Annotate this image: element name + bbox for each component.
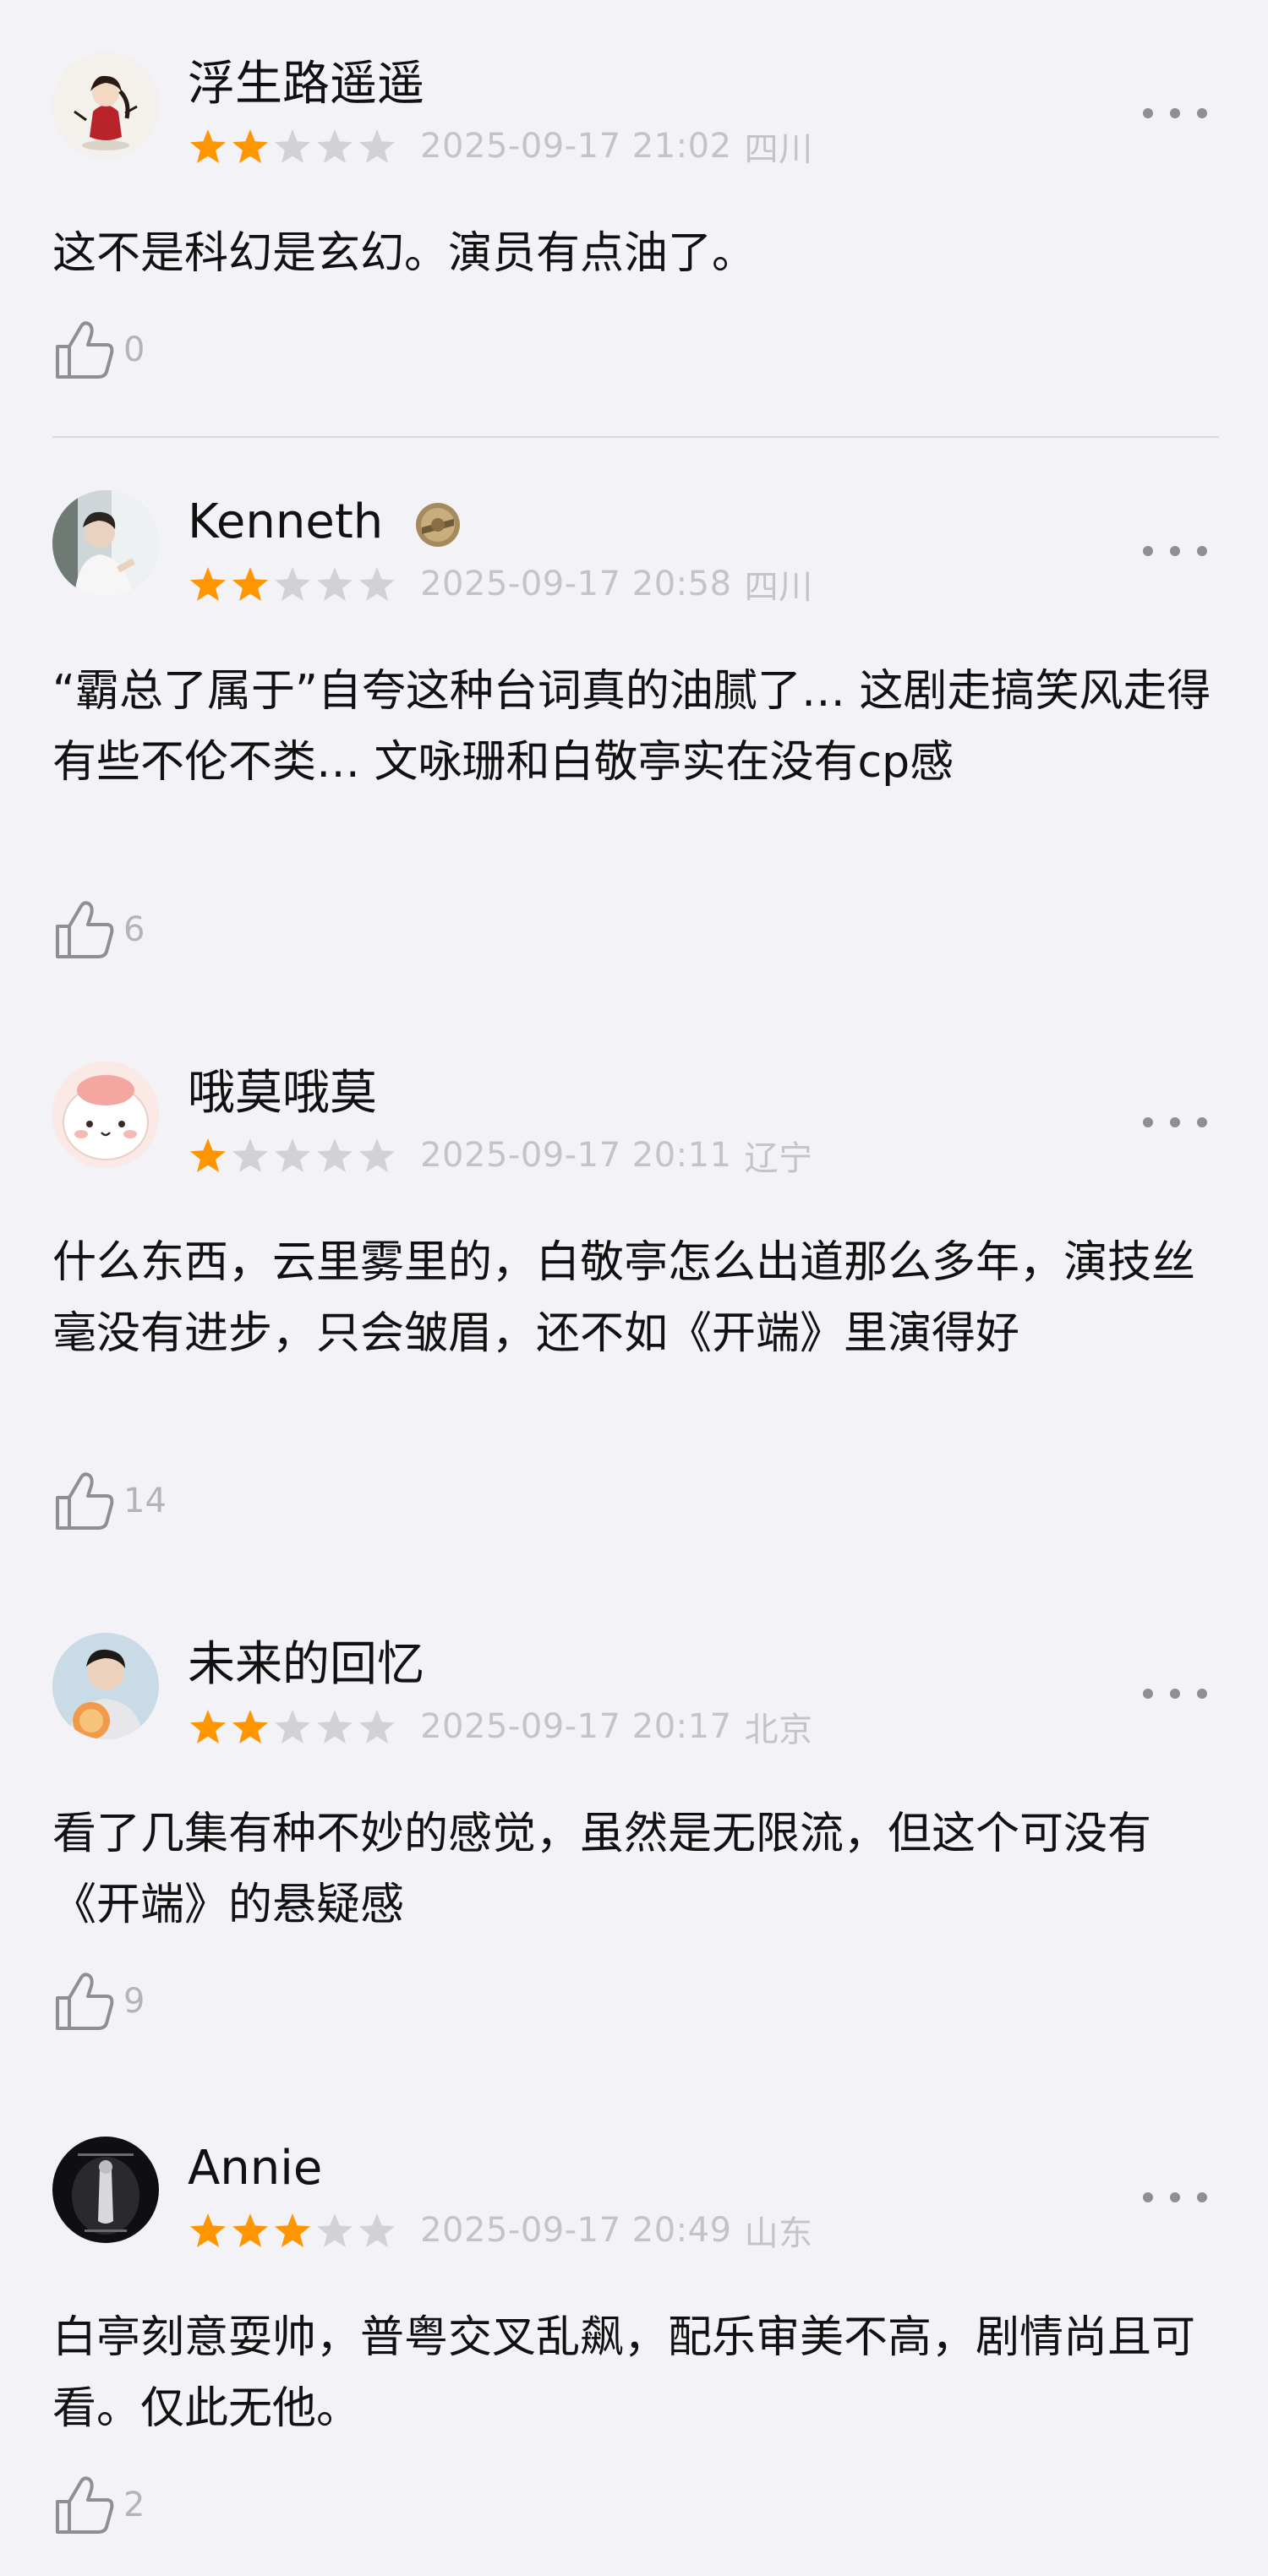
star-empty-icon	[275, 129, 310, 163]
star-filled-icon	[190, 1138, 226, 1172]
star-rating	[188, 1707, 397, 1746]
username[interactable]: Annie	[188, 2142, 322, 2196]
avatar[interactable]	[52, 1062, 159, 1168]
meta-row: 2025-09-17 20:17 北京	[188, 1702, 813, 1749]
avatar-person-window-icon	[52, 490, 159, 597]
star-rating	[188, 2211, 397, 2250]
star-filled-icon	[232, 2213, 268, 2247]
star-empty-icon	[275, 567, 310, 601]
meta-row: 2025-09-17 21:02 四川	[188, 122, 813, 169]
star-filled-icon	[190, 2213, 226, 2247]
star-empty-icon	[317, 1138, 353, 1172]
review-content: 看了几集有种不妙的感觉，虽然是无限流，但这个可没有《开端》的悬疑感	[52, 1809, 1152, 1930]
like-count: 14	[123, 1482, 167, 1520]
thumbs-up-icon	[56, 1472, 114, 1530]
avatar[interactable]	[52, 1633, 159, 1739]
star-empty-icon	[317, 567, 353, 601]
review-location: 山东	[744, 2214, 813, 2253]
like-button[interactable]: 6	[52, 896, 145, 963]
star-empty-icon	[359, 1710, 395, 1744]
review-content: “霸总了属于”自夸这种台词真的油腻了… 这剧走搞笑风走得有些不伦不类… 文咏珊和…	[52, 666, 1211, 788]
meta-row: 2025-09-17 20:49 山东	[188, 2206, 813, 2253]
avatar[interactable]	[52, 52, 159, 159]
thumbs-up-icon	[56, 321, 114, 379]
avatar-anime-girl-icon	[52, 52, 159, 159]
review-content: 什么东西，云里雾里的，白敬亭怎么出道那么多年，演技丝毫没有进步，只会皱眉，还不如…	[52, 1237, 1196, 1359]
star-empty-icon	[275, 1710, 310, 1744]
star-empty-icon	[317, 129, 353, 163]
star-empty-icon	[359, 567, 395, 601]
like-count: 6	[123, 910, 145, 949]
more-dots-icon[interactable]	[1143, 539, 1207, 563]
like-count: 2	[123, 2486, 145, 2524]
star-empty-icon	[359, 1138, 395, 1172]
star-empty-icon	[359, 129, 395, 163]
username[interactable]: 哦莫哦莫	[188, 1067, 377, 1121]
star-empty-icon	[275, 1138, 310, 1172]
like-button[interactable]: 9	[52, 1967, 145, 2035]
meta-row: 2025-09-17 20:58 四川	[188, 559, 813, 607]
star-filled-icon	[190, 1710, 226, 1744]
review-date: 2025-09-17 21:02	[420, 127, 732, 166]
review-location: 北京	[744, 1711, 813, 1749]
medal-badge-icon	[416, 502, 461, 547]
star-filled-icon	[232, 567, 268, 601]
review-location: 四川	[744, 568, 813, 607]
star-filled-icon	[232, 1710, 268, 1744]
like-count: 9	[123, 1982, 145, 2021]
thumbs-up-icon	[56, 1973, 114, 2030]
review-date: 2025-09-17 20:17	[420, 1707, 732, 1746]
more-dots-icon[interactable]	[1143, 2186, 1207, 2209]
like-button[interactable]: 0	[52, 316, 145, 384]
star-rating	[188, 1136, 397, 1175]
divider	[52, 436, 1219, 438]
review-content: 这不是科幻是玄幻。演员有点油了。	[52, 228, 757, 279]
review-location: 辽宁	[744, 1139, 813, 1178]
star-filled-icon	[275, 2213, 310, 2247]
star-rating	[188, 127, 397, 166]
review-location: 四川	[744, 130, 813, 169]
review-date: 2025-09-17 20:49	[420, 2211, 732, 2250]
star-empty-icon	[359, 2213, 395, 2247]
meta-row: 2025-09-17 20:11 辽宁	[188, 1131, 813, 1178]
more-dots-icon[interactable]	[1143, 101, 1207, 125]
avatar-dark-poster-icon	[52, 2137, 159, 2243]
star-empty-icon	[317, 2213, 353, 2247]
review-date: 2025-09-17 20:58	[420, 565, 732, 603]
star-empty-icon	[317, 1710, 353, 1744]
avatar[interactable]	[52, 490, 159, 597]
avatar-man-portrait-icon	[52, 1633, 159, 1739]
star-filled-icon	[190, 567, 226, 601]
star-empty-icon	[232, 1138, 268, 1172]
username-text[interactable]: Kenneth	[188, 494, 383, 549]
review-content: 白亭刻意耍帅，普粤交叉乱飙，配乐审美不高，剧情尚且可看。仅此无他。	[52, 2312, 1196, 2434]
star-rating	[188, 565, 397, 603]
avatar[interactable]	[52, 2137, 159, 2243]
more-dots-icon[interactable]	[1143, 1682, 1207, 1706]
more-dots-icon[interactable]	[1143, 1111, 1207, 1134]
thumbs-up-icon	[56, 901, 114, 958]
review-date: 2025-09-17 20:11	[420, 1136, 732, 1175]
like-button[interactable]: 2	[52, 2471, 145, 2539]
like-button[interactable]: 14	[52, 1467, 167, 1535]
star-filled-icon	[190, 129, 226, 163]
thumbs-up-icon	[56, 2476, 114, 2534]
username[interactable]: 未来的回忆	[188, 1638, 424, 1692]
username[interactable]: 浮生路遥遥	[188, 57, 424, 112]
avatar-cartoon-pink-icon	[52, 1062, 159, 1168]
username: Kenneth	[188, 495, 462, 549]
star-filled-icon	[232, 129, 268, 163]
like-count: 0	[123, 330, 145, 369]
